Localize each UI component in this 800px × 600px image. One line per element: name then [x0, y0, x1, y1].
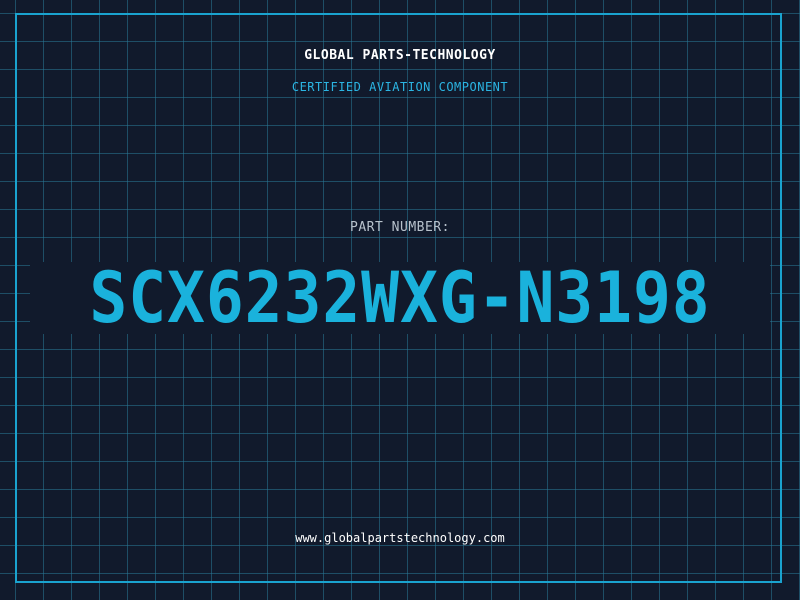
- part-number-label: PART NUMBER:: [350, 220, 450, 235]
- certification-subtitle: CERTIFIED AVIATION COMPONENT: [291, 80, 509, 94]
- part-number-value: SCX6232WXG-N3198: [89, 257, 711, 339]
- company-name: GLOBAL PARTS-TECHNOLOGY: [304, 48, 496, 63]
- website-url: www.globalpartstechnology.com: [295, 531, 505, 545]
